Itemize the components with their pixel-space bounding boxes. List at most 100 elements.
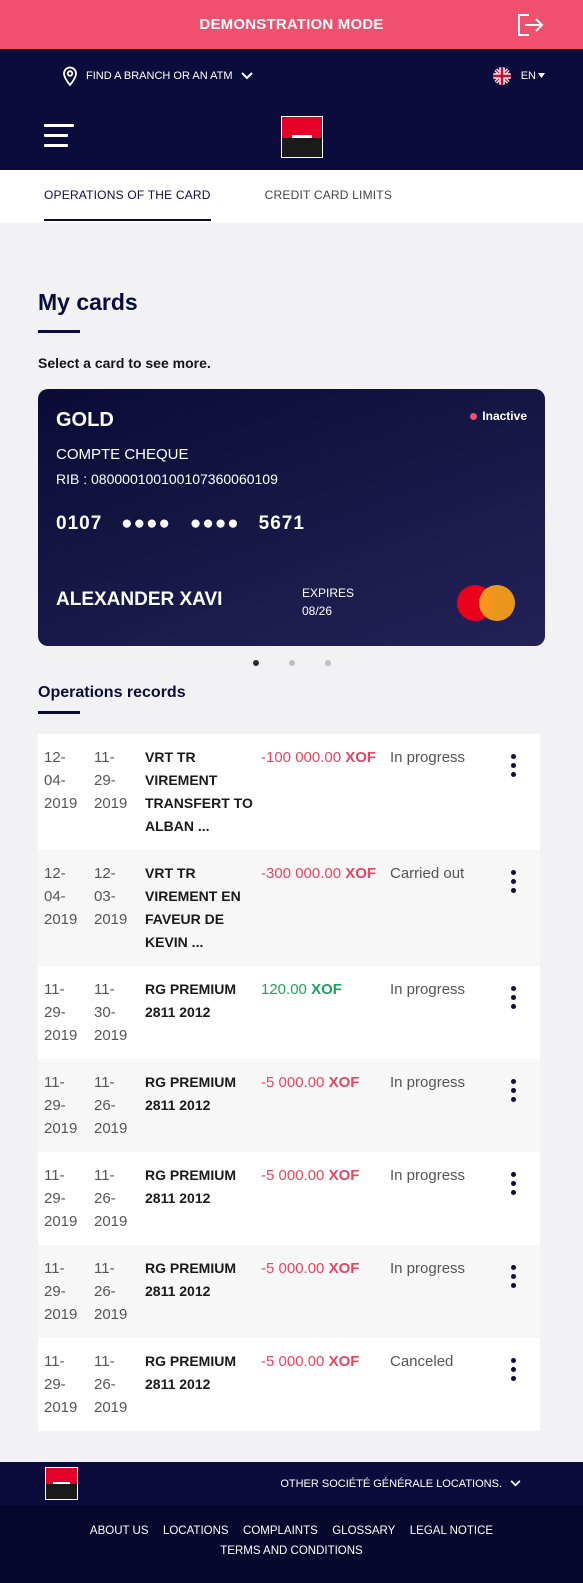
table-row: 11- 29- 2019 11- 26- 2019 RG PREMIUM 2811 …: [38, 1059, 540, 1152]
footer-link-locations[interactable]: LOCATIONS: [163, 1525, 229, 1537]
uk-flag-icon: [492, 66, 511, 85]
operation-amount: -5 000.00 XOF: [261, 1350, 390, 1419]
operation-amount: 120.00 XOF: [261, 978, 390, 1047]
operation-amount: -5 000.00 XOF: [261, 1257, 390, 1326]
amount-value: -5 000.00: [261, 1074, 325, 1091]
operation-status: In progress: [390, 749, 466, 766]
other-locations-button[interactable]: OTHER SOCIÉTÉ GÉNÉRALE LOCATIONS.: [280, 1478, 521, 1490]
value-date: 11- 29- 2019: [94, 749, 128, 812]
main-header: [0, 102, 583, 170]
other-locations-label: OTHER SOCIÉTÉ GÉNÉRALE LOCATIONS.: [280, 1477, 502, 1490]
carousel-dot-1[interactable]: [252, 660, 259, 666]
language-label: EN: [520, 69, 536, 82]
more-vertical-icon: [510, 1079, 516, 1140]
footer-link-glossary[interactable]: GLOSSARY: [332, 1525, 395, 1537]
amount-currency: XOF: [328, 1353, 360, 1370]
footer-links: ABOUT US LOCATIONS COMPLAINTS GLOSSARY L…: [0, 1505, 583, 1583]
carousel-dot-2[interactable]: [288, 660, 295, 666]
footer: OTHER SOCIÉTÉ GÉNÉRALE LOCATIONS. ABOUT …: [0, 1462, 583, 1583]
operation-description: RG PREMIUM 2811 2012: [145, 1074, 236, 1113]
societe-generale-logo[interactable]: [281, 116, 323, 158]
demo-mode-bar: DEMONSTRATION MODE: [0, 0, 583, 49]
card-expiry: EXPIRES 08/26: [302, 584, 354, 620]
footer-link-complaints[interactable]: COMPLAINTS: [243, 1525, 318, 1537]
footer-logo[interactable]: [45, 1467, 78, 1500]
operations-table: 12- 04- 2019 11- 29- 2019 VRT TR VIREMENT …: [38, 734, 540, 1431]
card-carousel-dots: [38, 660, 545, 666]
value-date: 11- 26- 2019: [94, 1074, 128, 1137]
amount-currency: XOF: [328, 1167, 360, 1184]
operation-date: 11- 29- 2019: [44, 1353, 78, 1416]
table-row: 11- 29- 2019 11- 26- 2019 RG PREMIUM 2811 …: [38, 1338, 540, 1431]
tab-operations-of-the-card[interactable]: OPERATIONS OF THE CARD: [44, 170, 211, 221]
footer-link-about-us[interactable]: ABOUT US: [90, 1525, 149, 1537]
more-vertical-icon: [510, 754, 516, 838]
amount-value: -5 000.00: [261, 1260, 325, 1277]
value-date: 11- 26- 2019: [94, 1353, 128, 1416]
tab-credit-card-limits[interactable]: CREDIT CARD LIMITS: [265, 170, 392, 223]
operation-date: 11- 29- 2019: [44, 1260, 78, 1323]
card-type: GOLD: [56, 409, 114, 431]
title-underline: [38, 330, 80, 333]
value-date: 12- 03- 2019: [94, 865, 128, 928]
operation-date: 12- 04- 2019: [44, 865, 78, 928]
row-menu-button[interactable]: [498, 1257, 528, 1326]
bank-card[interactable]: GOLD Inactive COMPTE CHEQUE RIB : 080000…: [38, 389, 545, 646]
footer-link-terms[interactable]: TERMS AND CONDITIONS: [220, 1545, 362, 1557]
row-menu-button[interactable]: [498, 746, 528, 838]
row-menu-button[interactable]: [498, 978, 528, 1047]
carousel-dot-3[interactable]: [324, 660, 331, 666]
operation-date: 11- 29- 2019: [44, 1167, 78, 1230]
more-vertical-icon: [510, 986, 516, 1047]
row-menu-button[interactable]: [498, 1164, 528, 1233]
card-expiry-value: 08/26: [302, 604, 333, 618]
amount-currency: XOF: [345, 749, 377, 766]
row-menu-button[interactable]: [498, 862, 528, 954]
value-date: 11- 26- 2019: [94, 1167, 128, 1230]
operation-amount: -100 000.00 XOF: [261, 746, 390, 838]
chevron-down-icon: [240, 71, 253, 79]
row-menu-button[interactable]: [498, 1350, 528, 1419]
footer-link-legal-notice[interactable]: LEGAL NOTICE: [410, 1525, 493, 1537]
footer-top: OTHER SOCIÉTÉ GÉNÉRALE LOCATIONS.: [0, 1462, 583, 1505]
operation-date: 11- 29- 2019: [44, 981, 78, 1044]
caret-down-icon: [538, 73, 545, 78]
row-menu-button[interactable]: [498, 1071, 528, 1140]
operation-description: VRT TR VIREMENT EN FAVEUR DE KEVIN ...: [145, 865, 241, 950]
card-holder-name: ALEXANDER XAVI: [56, 589, 223, 610]
card-status-badge: Inactive: [470, 409, 527, 423]
card-rib: RIB : 080000100100107360060109: [56, 471, 278, 487]
operation-date: 11- 29- 2019: [44, 1074, 78, 1137]
operation-date: 12- 04- 2019: [44, 749, 78, 812]
language-selector[interactable]: EN: [492, 66, 545, 85]
table-row: 12- 04- 2019 11- 29- 2019 VRT TR VIREMENT …: [38, 734, 540, 850]
amount-currency: XOF: [345, 865, 377, 882]
card-tabs: OPERATIONS OF THE CARD CREDIT CARD LIMIT…: [0, 170, 583, 223]
operation-status: In progress: [390, 1074, 466, 1091]
find-branch-button[interactable]: FIND A BRANCH OR AN ATM: [62, 66, 253, 86]
operation-description: RG PREMIUM 2811 2012: [145, 1260, 236, 1299]
table-row: 12- 04- 2019 12- 03- 2019 VRT TR VIREMENT …: [38, 850, 540, 966]
card-expiry-label: EXPIRES: [302, 586, 355, 600]
amount-currency: XOF: [311, 981, 342, 998]
table-row: 11- 29- 2019 11- 26- 2019 RG PREMIUM 2811 …: [38, 1245, 540, 1338]
page-subtitle: Select a card to see more.: [38, 355, 211, 371]
records-title-underline: [38, 711, 80, 714]
operation-description: RG PREMIUM 2811 2012: [145, 1353, 236, 1392]
logout-icon[interactable]: [515, 12, 545, 38]
operation-description: VRT TR VIREMENT TRANSFERT TO ALBAN ...: [145, 749, 253, 834]
table-row: 11- 29- 2019 11- 30- 2019 RG PREMIUM 2811 …: [38, 966, 540, 1059]
operation-status: In progress: [390, 1167, 466, 1184]
operation-amount: -5 000.00 XOF: [261, 1164, 390, 1233]
menu-icon[interactable]: [44, 124, 74, 148]
operation-amount: -5 000.00 XOF: [261, 1071, 390, 1140]
amount-value: 120.00: [261, 981, 307, 998]
more-vertical-icon: [510, 1265, 516, 1326]
amount-value: -100 000.00: [261, 749, 342, 766]
operation-status: In progress: [390, 981, 466, 998]
find-branch-label: FIND A BRANCH OR AN ATM: [86, 69, 233, 82]
operation-status: Canceled: [390, 1353, 454, 1370]
more-vertical-icon: [510, 1172, 516, 1233]
operation-description: RG PREMIUM 2811 2012: [145, 981, 236, 1020]
card-account-type: COMPTE CHEQUE: [56, 446, 189, 463]
